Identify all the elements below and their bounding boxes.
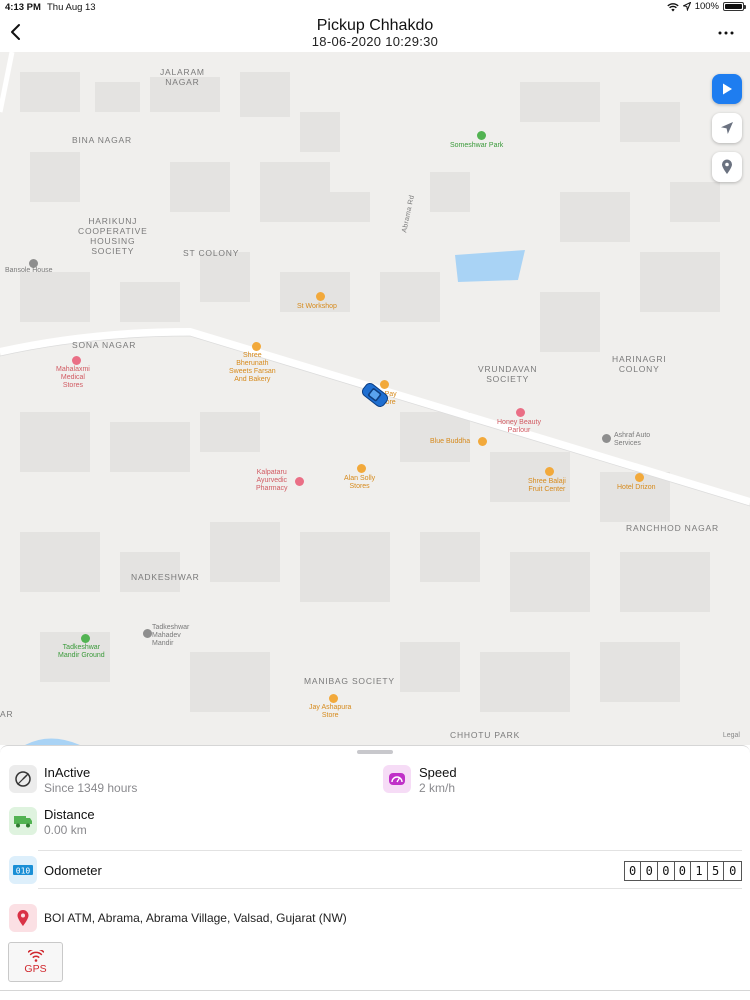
odometer-display: 0 0 0 0 1 5 0 xyxy=(623,861,742,881)
odometer-icon: 010 xyxy=(9,856,37,884)
odometer-digit: 0 xyxy=(658,862,675,880)
location-arrow-icon xyxy=(721,122,733,134)
more-button[interactable] xyxy=(716,26,736,38)
status-time: 4:13 PM xyxy=(5,2,41,13)
area-label-harinagri: HARINAGRI COLONY xyxy=(612,354,667,374)
page-title: Pickup Chhakdo xyxy=(316,17,434,34)
area-label-stcolony: ST COLONY xyxy=(183,248,240,258)
location-pin-icon xyxy=(9,904,37,932)
hotel-pin-icon[interactable] xyxy=(635,473,644,482)
area-label-ranchhod: RANCHHOD NAGAR xyxy=(626,523,719,533)
speed-title: Speed xyxy=(419,765,457,780)
play-icon xyxy=(723,83,732,95)
restaurant-pin-icon[interactable] xyxy=(478,437,487,446)
poi-kalpataru-pharmacy[interactable]: Kalpataru Ayurvedic Pharmacy xyxy=(256,469,288,493)
panel-bottom-divider xyxy=(0,990,750,991)
park-pin-icon[interactable] xyxy=(477,131,486,140)
map-legal-link[interactable]: Legal xyxy=(723,732,740,739)
odometer-digit: 0 xyxy=(641,862,659,880)
pharmacy-pin-icon[interactable] xyxy=(72,356,81,365)
location-services-icon xyxy=(682,2,691,11)
poi-shree-bherunath[interactable]: Shree Bherunath Sweets Farsan And Bakery xyxy=(229,352,276,384)
map-pin-icon xyxy=(722,159,732,174)
area-label-nadkeshwar: NADKESHWAR xyxy=(131,572,200,582)
poi-honey-beauty[interactable]: Honey Beauty Parlour xyxy=(497,419,541,435)
poi-blue-buddha[interactable]: Blue Buddha xyxy=(430,438,470,446)
wifi-icon xyxy=(666,2,679,11)
divider-1 xyxy=(38,850,742,851)
workshop-pin-icon[interactable] xyxy=(316,292,325,301)
auto-service-pin-icon[interactable] xyxy=(602,434,611,443)
navigation-bar: Pickup Chhakdo 18-06-2020 10:29:30 xyxy=(0,16,750,52)
clothing-pin-icon[interactable] xyxy=(357,464,366,473)
distance-title: Distance xyxy=(44,807,95,822)
poi-bansole-house[interactable]: Bansole House xyxy=(5,267,52,275)
poi-st-workshop[interactable]: St Workshop xyxy=(297,303,337,311)
area-label-bina: BINA NAGAR xyxy=(72,135,132,145)
area-label-edge: AR xyxy=(0,709,14,719)
temple-pin-icon[interactable] xyxy=(143,629,152,638)
map-view[interactable]: JALARAM NAGAR BINA NAGAR HARIKUNJ COOPER… xyxy=(0,52,750,745)
poi-tadkeshwar-mahadev[interactable]: Tadkeshwar Mahadev Mandir xyxy=(152,624,189,648)
odometer-digit: 0 xyxy=(729,864,737,878)
status-title: InActive xyxy=(44,765,91,780)
play-route-button[interactable] xyxy=(712,74,742,104)
battery-percent: 100% xyxy=(694,1,719,12)
area-label-sona: SONA NAGAR xyxy=(72,340,137,350)
wifi-signal-icon xyxy=(27,949,44,962)
store-pin-icon-2[interactable] xyxy=(329,694,338,703)
area-label-jalaram: JALARAM NAGAR xyxy=(160,67,205,87)
vehicle-info-panel: InActive Since 1349 hours Speed 2 km/h D… xyxy=(0,745,750,1000)
truck-icon xyxy=(9,807,37,835)
status-gauge-icon xyxy=(9,765,37,793)
poi-alan-solly[interactable]: Alan Solly Stores xyxy=(344,475,375,491)
speed-value: 2 km/h xyxy=(419,781,456,795)
gps-label: GPS xyxy=(24,962,47,975)
poi-hotel-drizon[interactable]: Hotel Drizon xyxy=(617,484,656,492)
grocery-pin-icon[interactable] xyxy=(545,467,554,476)
divider-2 xyxy=(38,888,742,889)
ellipsis-icon xyxy=(718,31,734,35)
pharmacy-pin-icon-2[interactable] xyxy=(295,477,304,486)
odometer-digit: 5 xyxy=(708,862,725,880)
poi-tadkeshwar-ground[interactable]: Tadkeshwar Mandir Ground xyxy=(58,644,105,660)
area-label-harikunj: HARIKUNJ COOPERATIVE HOUSING SOCIETY xyxy=(78,216,148,256)
area-label-vrundavan: VRUNDAVAN SOCIETY xyxy=(478,364,538,384)
distance-value: 0.00 km xyxy=(44,823,87,837)
poi-mahalaxmi-medical[interactable]: Mahalaxmi Medical Stores xyxy=(56,366,90,390)
poi-someshwar-park[interactable]: Someshwar Park xyxy=(450,142,503,150)
poi-shree-balaji[interactable]: Shree Balaji Fruit Center xyxy=(528,478,566,494)
area-label-chhotu: CHHOTU PARK xyxy=(450,730,521,740)
area-label-manibag: MANIBAG SOCIETY xyxy=(304,676,395,686)
status-right: 100% xyxy=(666,1,746,12)
status-date: Thu Aug 13 xyxy=(47,2,96,13)
page-subtitle-timestamp: 18-06-2020 10:29:30 xyxy=(311,34,439,49)
odometer-digit: 0 xyxy=(675,862,692,880)
poi-jay-ashapura[interactable]: Jay Ashapura Store xyxy=(309,704,351,720)
odometer-digit: 1 xyxy=(691,862,708,880)
svg-text:010: 010 xyxy=(16,867,31,876)
odometer-digit: 0 xyxy=(625,862,642,880)
odometer-title: Odometer xyxy=(44,863,102,878)
bakery-pin-icon[interactable] xyxy=(252,342,261,351)
battery-icon xyxy=(723,2,746,11)
map-pin-button[interactable] xyxy=(712,152,742,182)
poi-ashraf-auto[interactable]: Ashraf Auto Services xyxy=(614,432,650,448)
current-address: BOI ATM, Abrama, Abrama Village, Valsad,… xyxy=(44,911,347,925)
panel-grabber-handle[interactable] xyxy=(357,750,393,754)
speedometer-icon xyxy=(383,765,411,793)
gps-button[interactable]: GPS xyxy=(8,942,63,982)
locate-button[interactable] xyxy=(712,113,742,143)
ground-pin-icon[interactable] xyxy=(81,634,90,643)
beauty-pin-icon[interactable] xyxy=(516,408,525,417)
status-since: Since 1349 hours xyxy=(44,781,138,795)
status-bar: 4:13 PM Thu Aug 13 100% xyxy=(0,0,750,16)
